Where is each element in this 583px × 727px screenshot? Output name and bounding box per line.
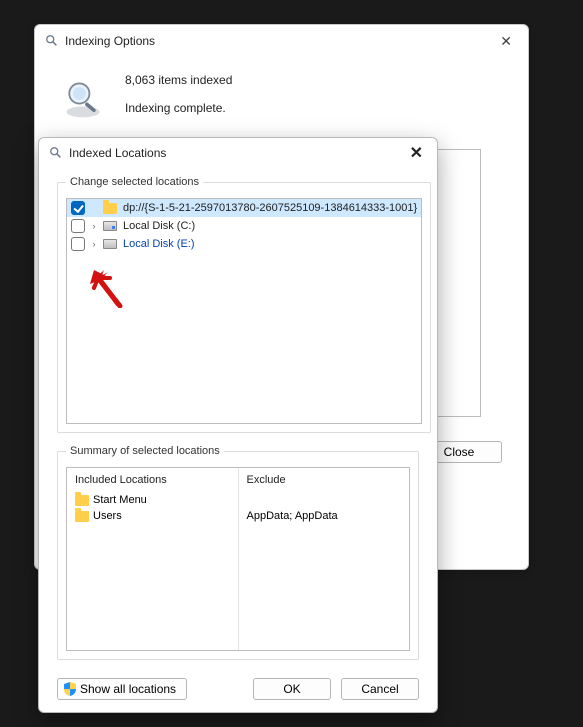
tree-row[interactable]: › Local Disk (C:) (67, 217, 421, 235)
drive-icon (103, 239, 117, 249)
locations-tree[interactable]: dp://{S-1-5-21-2597013780-2607525109-138… (66, 198, 422, 424)
change-locations-label: Change selected locations (66, 176, 203, 188)
tree-row-label: dp://{S-1-5-21-2597013780-2607525109-138… (123, 202, 417, 214)
magnifier-icon (61, 77, 105, 121)
expander-icon[interactable]: › (89, 221, 99, 231)
summary-label: Summary of selected locations (66, 445, 224, 457)
included-label: Start Menu (93, 494, 147, 506)
folder-icon (75, 511, 89, 522)
ok-button[interactable]: OK (253, 678, 331, 700)
drive-icon (103, 221, 117, 231)
indexed-locations-window: Indexed Locations ✕ Change selected loca… (38, 137, 438, 713)
horizontal-scrollbar[interactable] (67, 423, 421, 424)
folder-icon (75, 495, 89, 506)
checkbox[interactable] (71, 237, 85, 251)
indexing-icon (49, 146, 63, 160)
summary-group: Summary of selected locations Included L… (57, 445, 419, 660)
tree-row[interactable]: dp://{S-1-5-21-2597013780-2607525109-138… (67, 199, 421, 217)
close-icon[interactable]: ✕ (494, 31, 518, 52)
change-locations-group: Change selected locations dp://{S-1-5-21… (57, 176, 431, 433)
tree-row-label: Local Disk (C:) (123, 220, 195, 232)
folder-icon (103, 203, 117, 214)
included-row[interactable]: Start Menu (75, 492, 230, 508)
included-row[interactable]: Users (75, 508, 230, 524)
exclude-header: Exclude (247, 474, 402, 486)
tree-row-label: Local Disk (E:) (123, 238, 195, 250)
summary-table: Included Locations Start Menu Users Exclu… (66, 467, 410, 651)
items-indexed-text: 8,063 items indexed (125, 73, 232, 87)
exclude-row: AppData; AppData (247, 508, 402, 524)
show-all-locations-button[interactable]: Show all locations (57, 678, 187, 700)
titlebar[interactable]: Indexing Options ✕ (35, 25, 528, 57)
titlebar[interactable]: Indexed Locations ✕ (39, 138, 437, 168)
window-title: Indexing Options (65, 34, 155, 48)
checkbox[interactable] (71, 219, 85, 233)
shield-icon (64, 682, 76, 696)
included-label: Users (93, 510, 122, 522)
close-icon[interactable]: ✕ (406, 143, 427, 163)
expander-icon[interactable]: › (89, 239, 99, 249)
indexing-icon (45, 34, 59, 48)
included-header: Included Locations (75, 474, 230, 486)
window-title: Indexed Locations (69, 146, 166, 160)
indexing-status-text: Indexing complete. (125, 101, 232, 115)
cancel-button[interactable]: Cancel (341, 678, 419, 700)
checkbox[interactable] (71, 201, 85, 215)
tree-row[interactable]: › Local Disk (E:) (67, 235, 421, 253)
show-all-label: Show all locations (80, 682, 176, 696)
exclude-row (247, 492, 402, 508)
